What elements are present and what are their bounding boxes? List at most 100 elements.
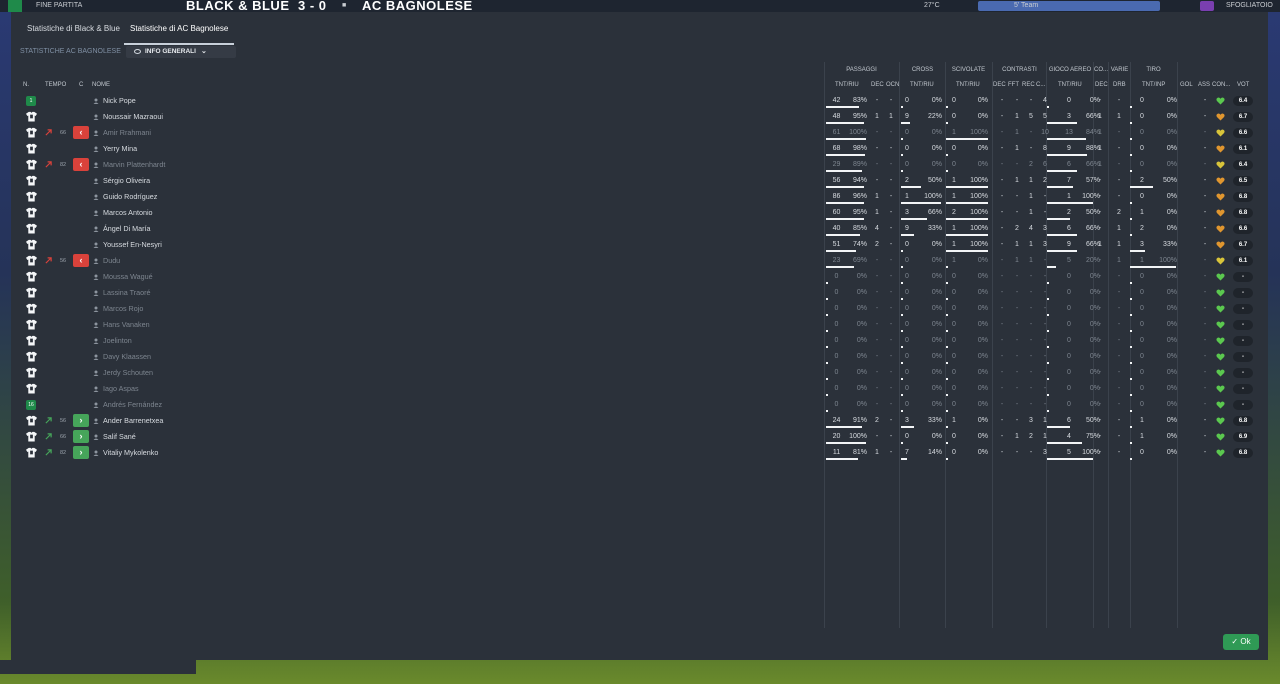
column-header-varie-drb[interactable]: DRB: [1113, 80, 1126, 90]
sub-off-button[interactable]: ‹: [73, 126, 89, 139]
player-name-link[interactable]: Marcos Antonio: [103, 205, 153, 221]
sub-off-button[interactable]: ‹: [73, 158, 89, 171]
table-row[interactable]: Guido Rodríguez 86 96% 1-1 100% 1 100% - -1-1 100…: [11, 189, 1268, 205]
column-header-tiro-tntunp[interactable]: TNT/INP: [1142, 80, 1165, 90]
player-name-link[interactable]: Dudu: [103, 253, 120, 269]
player-name-link[interactable]: Nick Pope: [103, 93, 136, 109]
dressing-room-button[interactable]: SFOGLIATOIO: [1226, 0, 1273, 12]
ratio-bar: [1047, 202, 1093, 204]
column-header-cont-c[interactable]: C...: [1036, 80, 1045, 90]
duels-decisive: -: [1000, 321, 1004, 328]
table-row[interactable]: Marcos Rojo 0 0% - -0 0% 0 0% - - - -0 0% - -0 0% - -: [11, 301, 1268, 317]
table-row[interactable]: 16 Andrés Fernández 0 0% - -0 0% 0 0% - - - -0 0% - -0 0…: [11, 397, 1268, 413]
sub-on-button[interactable]: ›: [73, 446, 89, 459]
table-row[interactable]: 82 ‹ Marvin Plattenhardt 29 89% - -0 0% 0 0% - -2 6 6…: [11, 157, 1268, 173]
player-name-link[interactable]: Lassina Traoré: [103, 285, 151, 301]
table-row[interactable]: Hans Vanaken 0 0% - -0 0% 0 0% - - - -0 0% - -0 0% - -: [11, 317, 1268, 333]
player-name-link[interactable]: Marvin Plattenhardt: [103, 157, 165, 173]
column-header-co-dec[interactable]: DEC: [1095, 80, 1108, 90]
sub-minute: 66: [59, 130, 67, 136]
table-row[interactable]: 56 › Ander Barrenetxea 24 91% 2-3 33% 1 0% - -3 1 6 5…: [11, 413, 1268, 429]
table-row[interactable]: Moussa Wagué 0 0% - -0 0% 0 0% - - - -0 0% - -0 0% - -: [11, 269, 1268, 285]
co-dec: -: [1098, 177, 1102, 184]
squad-icon[interactable]: [1200, 1, 1214, 11]
player-name-link[interactable]: Hans Vanaken: [103, 317, 150, 333]
dribbles: -: [1117, 401, 1121, 408]
table-row[interactable]: Jerdy Schouten 0 0% - -0 0% 0 0% - - - -0 0% - -0 0% - -: [11, 365, 1268, 381]
player-name-link[interactable]: Davy Klaassen: [103, 349, 151, 365]
tackles-completion: 0%: [977, 289, 988, 296]
column-header-pass-tntriu[interactable]: TNT/RIU: [835, 80, 859, 90]
column-header-cont-fft[interactable]: FFT: [1008, 80, 1019, 90]
shots-on-target: 0%: [1166, 321, 1177, 328]
player-name-link[interactable]: Moussa Wagué: [103, 269, 153, 285]
player-name-link[interactable]: Ander Barrenetxea: [103, 413, 163, 429]
shirt-icon: [26, 223, 37, 234]
shots-on-target: 0%: [1166, 417, 1177, 424]
player-name-link[interactable]: Ángel Di María: [103, 221, 151, 237]
table-row[interactable]: Lassina Traoré 0 0% - -0 0% 0 0% - - - -0 0% - -0 0% - -: [11, 285, 1268, 301]
column-header-aereo-tntriu[interactable]: TNT/RIU: [1058, 80, 1082, 90]
column-header-gol[interactable]: GOL: [1180, 80, 1193, 90]
passes-attempted: 0: [834, 353, 839, 360]
column-header-nome[interactable]: NOME: [92, 80, 110, 90]
column-header-ass[interactable]: ASS: [1198, 80, 1210, 90]
tackles-attempted: 0: [952, 305, 956, 312]
column-header-cont-dec[interactable]: DEC: [993, 80, 1006, 90]
player-name-link[interactable]: Salif Sané: [103, 429, 136, 445]
player-name-link[interactable]: Jerdy Schouten: [103, 365, 153, 381]
table-row[interactable]: Noussair Mazraoui 48 95% 1 1 9 22% 0 0% -1 5 5 3 66% 1…: [11, 109, 1268, 125]
table-row[interactable]: Marcos Antonio 60 95% 1-3 66% 2 100% - -1-2 50% -2…: [11, 205, 1268, 221]
player-name-link[interactable]: Iago Aspas: [103, 381, 139, 397]
player-name-link[interactable]: Noussair Mazraoui: [103, 109, 163, 125]
table-row[interactable]: 1 Nick Pope 42 83% - -0 0% 0 0% - - -4 0 0% - -0 0% -6.4: [11, 93, 1268, 109]
sub-on-button[interactable]: ›: [73, 430, 89, 443]
player-name-link[interactable]: Yerry Mina: [103, 141, 137, 157]
player-name-link[interactable]: Vitaliy Mykolenko: [103, 445, 158, 461]
table-row[interactable]: 56 ‹ Dudu 23 69% - -0 0% 1 0% -1 1-5 20% -1 1 100% -6.1: [11, 253, 1268, 269]
key-passes: 2: [875, 241, 879, 248]
shirt-icon: [26, 175, 37, 186]
duels-won: -: [1015, 321, 1019, 328]
duels-decisive: -: [1000, 257, 1004, 264]
table-row[interactable]: Iago Aspas 0 0% - -0 0% 0 0% - - - -0 0% - -0 0% - -: [11, 381, 1268, 397]
player-profile-icon: [93, 338, 99, 344]
table-row[interactable]: Davy Klaassen 0 0% - -0 0% 0 0% - - - -0 0% - -0 0% - -: [11, 349, 1268, 365]
tab-home-stats[interactable]: Statistiche di Black & Blue: [27, 14, 120, 43]
column-header-con[interactable]: CON...: [1212, 80, 1230, 90]
table-row[interactable]: 82 › Vitaliy Mykolenko 11 81% 1-7 14% 0 0% - - -3 5 1…: [11, 445, 1268, 461]
player-name-link[interactable]: Amir Rrahmani: [103, 125, 151, 141]
column-header-cross-tntriu[interactable]: TNT/RIU: [910, 80, 934, 90]
column-header-sciv-tntriu[interactable]: TNT/RIU: [956, 80, 980, 90]
player-name-link[interactable]: Andrés Fernández: [103, 397, 162, 413]
column-header-n[interactable]: N.: [23, 80, 29, 90]
column-header-ocn[interactable]: OCN: [886, 80, 899, 90]
table-row[interactable]: Yerry Mina 68 98% - -0 0% 0 0% -1-8 9 88% 1-0 0% -6.1: [11, 141, 1268, 157]
view-select[interactable]: INFO GENERALI ⌄: [126, 46, 236, 58]
player-name-link[interactable]: Youssef En-Nesyri: [103, 237, 162, 253]
table-row[interactable]: Joelinton 0 0% - -0 0% 0 0% - - - -0 0% - -0 0% - -: [11, 333, 1268, 349]
ok-button[interactable]: ✓ Ok: [1223, 634, 1259, 650]
table-row[interactable]: 66 ‹ Amir Rrahmani 61 100% - -0 0% 1 100% -1-10 13 8…: [11, 125, 1268, 141]
column-header-tempo[interactable]: TEMPO: [45, 80, 66, 90]
tab-away-stats[interactable]: Statistiche di AC Bagnolese: [124, 14, 235, 45]
column-header-cont-rec[interactable]: REC: [1022, 80, 1035, 90]
match-timeline[interactable]: [978, 1, 1160, 11]
player-name-link[interactable]: Joelinton: [103, 333, 132, 349]
table-row[interactable]: 66 › Salif Sané 20 100% - -0 0% 0 0% -1 2 1 4 75% - -1 0%…: [11, 429, 1268, 445]
player-name-link[interactable]: Marcos Rojo: [103, 301, 143, 317]
column-header-vot[interactable]: VOT: [1237, 80, 1249, 90]
ratio-bar: [1130, 234, 1132, 236]
crosses-completion: 0%: [931, 401, 942, 408]
player-name-link[interactable]: Sérgio Oliveira: [103, 173, 150, 189]
column-header-c[interactable]: C: [79, 80, 83, 90]
duels-won: -: [1015, 305, 1019, 312]
player-name-link[interactable]: Guido Rodríguez: [103, 189, 157, 205]
table-row[interactable]: Youssef En-Nesyri 51 74% 2-0 0% 1 100% -1 1 3 9 66%…: [11, 237, 1268, 253]
sub-on-button[interactable]: ›: [73, 414, 89, 427]
sub-off-button[interactable]: ‹: [73, 254, 89, 267]
table-row[interactable]: Ángel Di María 40 85% 4-9 33% 1 100% -2 4 3 6 66% -1…: [11, 221, 1268, 237]
column-header-dec[interactable]: DEC: [871, 80, 884, 90]
goals: [1179, 237, 1191, 253]
table-row[interactable]: Sérgio Oliveira 56 94% - -2 50% 1 100% -1 1 2 7 57% -…: [11, 173, 1268, 189]
